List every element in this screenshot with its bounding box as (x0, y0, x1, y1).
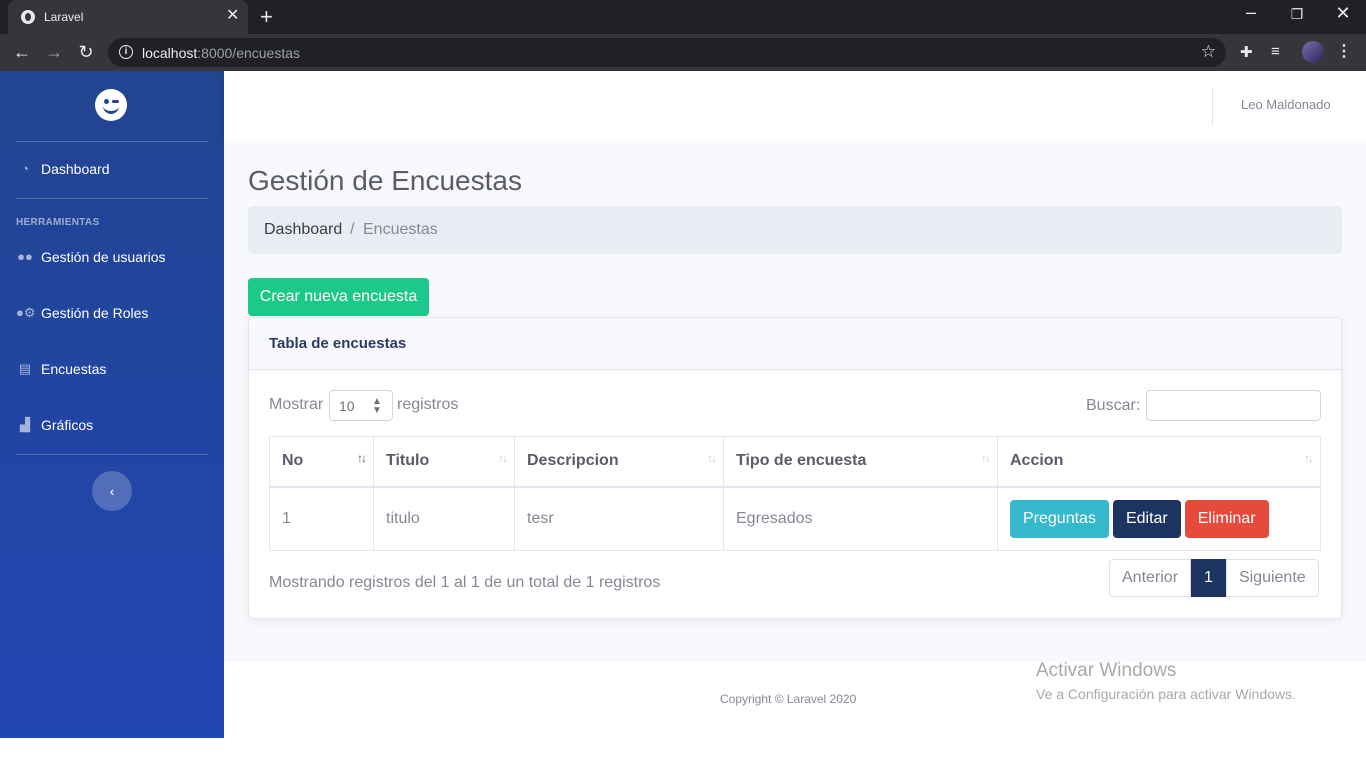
pagination-previous[interactable]: Anterior (1109, 559, 1192, 597)
sidebar-item-label: Encuestas (41, 361, 107, 377)
surveys-table: No ↑↓ Titulo ↑↓ Descripcion ↑↓ Tipo de encu… (269, 436, 1321, 551)
sidebar-item-label: Gestión de Roles (41, 305, 149, 321)
sort-icon: ↑↓ (981, 451, 991, 465)
breadcrumb-separator: / (350, 221, 355, 238)
media-control-icon[interactable]: ≡ (1271, 43, 1280, 60)
sidebar-item-roles[interactable]: ●⚙ Gestión de Roles (16, 299, 208, 329)
chart-area-icon: ▟ (20, 417, 30, 432)
pagination: Anterior 1 Siguiente (1109, 559, 1319, 597)
page-length-value: 10 (339, 398, 355, 414)
tachometer-icon: ◔ (21, 161, 29, 176)
user-menu[interactable]: Leo Maldonado (1241, 97, 1331, 112)
pagination-next[interactable]: Siguiente (1225, 559, 1319, 597)
url-path: :8000/encuestas (197, 45, 301, 61)
breadcrumb-current: Encuestas (363, 221, 438, 238)
tab-close-icon[interactable]: ✕ (226, 8, 239, 24)
surveys-card: Tabla de encuestas Mostrar 10 ▲ ▼ registr… (248, 317, 1342, 619)
sort-icon: ↑↓ (1304, 451, 1314, 465)
users-icon: ●● (17, 249, 33, 264)
sidebar-item-encuestas[interactable]: ▤ Encuestas (16, 355, 208, 385)
select-caret-icon: ▲ ▼ (372, 396, 382, 416)
sidebar-item-label: Gráficos (41, 417, 94, 433)
table-info: Mostrando registros del 1 al 1 de un tot… (269, 574, 661, 591)
sort-desc-icon: ↑↓ (357, 451, 367, 465)
browser-tabbar: Laravel ✕ + – ❐ ✕ (0, 0, 1366, 34)
page-length-select[interactable]: 10 ▲ ▼ (329, 390, 393, 421)
column-header-descripcion[interactable]: Descripcion ↑↓ (514, 436, 724, 488)
browser-tab[interactable]: Laravel ✕ (8, 0, 248, 34)
sort-icon: ↑↓ (707, 451, 717, 465)
search-input[interactable] (1146, 390, 1321, 421)
page-title: Gestión de Encuestas (248, 165, 522, 196)
copyright-text: Copyright © Laravel 2020 (720, 692, 857, 706)
sidebar-divider (16, 454, 208, 455)
cell-descripcion: tesr (514, 486, 724, 551)
sidebar-divider (16, 141, 208, 142)
window-close-button[interactable]: ✕ (1328, 3, 1358, 24)
sidebar: ◔ Dashboard HERRAMIENTAS ●● Gestión de u… (0, 71, 224, 738)
topbar: Leo Maldonado (224, 71, 1366, 141)
tab-title: Laravel (44, 10, 84, 24)
browser-menu-icon[interactable]: ⋮ (1336, 41, 1352, 61)
cell-actions: Preguntas Editar Eliminar (997, 486, 1321, 551)
preguntas-button[interactable]: Preguntas (1010, 499, 1109, 538)
back-arrow-icon[interactable]: ← (12, 42, 32, 62)
windows-activation-subtitle: Ve a Configuración para activar Windows. (1036, 686, 1296, 702)
profile-avatar[interactable] (1302, 41, 1324, 63)
search-label: Buscar: (1086, 397, 1141, 414)
chevron-left-icon: ‹ (109, 483, 115, 499)
users-cog-icon: ●⚙ (16, 305, 36, 320)
sidebar-toggle-button[interactable]: ‹ (92, 471, 132, 511)
address-bar[interactable]: i localhost:8000/encuestas ☆ (108, 38, 1226, 67)
cell-titulo: titulo (373, 486, 515, 551)
forward-arrow-icon[interactable]: → (44, 42, 64, 62)
column-header-no[interactable]: No ↑↓ (269, 436, 374, 488)
file-icon: ▤ (18, 361, 32, 376)
length-suffix-label: registros (397, 396, 459, 413)
sort-icon: ↑↓ (498, 451, 508, 465)
sidebar-item-label: Dashboard (41, 161, 110, 177)
delete-button[interactable]: Eliminar (1184, 499, 1269, 538)
sidebar-item-usuarios[interactable]: ●● Gestión de usuarios (16, 243, 208, 273)
sidebar-divider (16, 198, 208, 199)
sidebar-item-graficos[interactable]: ▟ Gráficos (16, 411, 208, 441)
main-content: Gestión de Encuestas Dashboard / Encuest… (224, 141, 1366, 662)
new-tab-button[interactable]: + (260, 6, 273, 28)
breadcrumb-dashboard-link[interactable]: Dashboard (264, 221, 342, 239)
breadcrumb: Dashboard / Encuestas (248, 206, 1342, 254)
cell-tipo: Egresados (723, 486, 998, 551)
pagination-page-1[interactable]: 1 (1191, 559, 1226, 597)
card-title: Tabla de encuestas (269, 335, 407, 352)
bookmark-star-icon[interactable]: ☆ (1201, 42, 1216, 62)
length-label: Mostrar (269, 396, 324, 413)
sidebar-item-label: Gestión de usuarios (41, 249, 166, 265)
url-text: localhost:8000/encuestas (142, 45, 300, 61)
reload-icon[interactable]: ↻ (76, 42, 96, 62)
card-header: Tabla de encuestas (249, 318, 1341, 370)
table-header-row: No ↑↓ Titulo ↑↓ Descripcion ↑↓ Tipo de encu… (269, 436, 1321, 488)
extensions-puzzle-icon[interactable]: ✚ (1240, 43, 1253, 61)
site-info-icon[interactable]: i (119, 45, 133, 59)
windows-activation-title: Activar Windows (1036, 660, 1177, 681)
column-header-accion[interactable]: Accion ↑↓ (997, 436, 1321, 488)
url-host: localhost (142, 45, 198, 61)
window-restore-button[interactable]: ❐ (1282, 6, 1312, 23)
sidebar-heading: HERRAMIENTAS (16, 217, 100, 228)
column-header-tipo[interactable]: Tipo de encuesta ↑↓ (723, 436, 998, 488)
edit-button[interactable]: Editar (1112, 499, 1181, 538)
window-minimize-button[interactable]: – (1236, 2, 1266, 23)
topbar-divider (1212, 87, 1213, 125)
browser-toolbar: ← → ↻ i localhost:8000/encuestas ☆ ✚ ≡ ⋮ (0, 34, 1366, 71)
globe-icon (21, 10, 35, 24)
cell-no: 1 (269, 486, 374, 551)
brand-logo[interactable] (95, 89, 127, 121)
sidebar-item-dashboard[interactable]: ◔ Dashboard (16, 155, 208, 185)
column-header-titulo[interactable]: Titulo ↑↓ (373, 436, 515, 488)
create-survey-button[interactable]: Crear nueva encuesta (248, 278, 429, 316)
table-row: 1 titulo tesr Egresados Preguntas Editar E… (269, 486, 1321, 551)
